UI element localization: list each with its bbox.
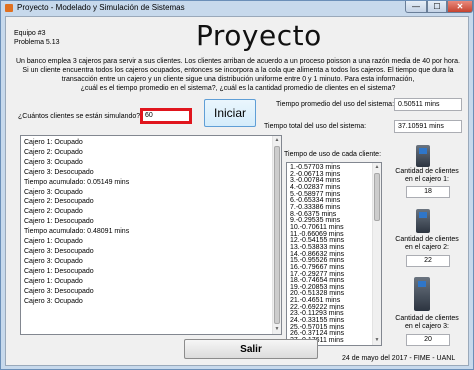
list-item[interactable]: Tiempo acumulado: 0.05149 mins xyxy=(24,178,278,188)
event-log-list[interactable]: Cajero 1: Ocupado Cajero 2: Ocupado Cajero… xyxy=(20,135,282,335)
list-item[interactable]: Cajero 3: Desocupado xyxy=(24,168,278,178)
cashier-2-label: Cantidad de clientes en el cajero 2: xyxy=(388,236,466,252)
list-item[interactable]: Cajero 1: Ocupado xyxy=(24,138,278,148)
event-log-scrollbar[interactable]: ▲ ▼ xyxy=(272,136,281,334)
maximize-button[interactable]: ☐ xyxy=(427,1,447,13)
cashier-label-line: en el cajero 3: xyxy=(405,323,449,330)
client-area: Equipo #3 Problema 5.13 Proyecto Un banc… xyxy=(5,16,469,366)
atm-icon xyxy=(416,209,430,233)
list-item[interactable]: Cajero 3: Desocupado xyxy=(24,247,278,257)
list-item[interactable]: Cajero 1: Desocupado xyxy=(24,267,278,277)
app-icon xyxy=(5,4,13,12)
cashier-2-count[interactable]: 22 xyxy=(406,255,450,267)
cashier-3-label: Cantidad de clientes en el cajero 3: xyxy=(388,315,466,331)
minimize-icon: — xyxy=(412,2,420,11)
scroll-up-icon[interactable]: ▲ xyxy=(273,136,281,145)
list-item[interactable]: Cajero 2: Ocupado xyxy=(24,207,278,217)
total-time-label: Tiempo total del uso del sistema: xyxy=(264,123,367,130)
list-item[interactable]: Cajero 3: Ocupado xyxy=(24,158,278,168)
total-time-field[interactable]: 37.10591 mins xyxy=(394,120,462,133)
cashier-panel-1: Cantidad de clientes en el cajero 1: 18 xyxy=(388,135,466,207)
close-icon: ✕ xyxy=(456,2,464,11)
problem-description: Un banco emplea 3 cajeros para servir a … xyxy=(10,57,466,93)
usage-time-content: 1.-0.57703 mins 2.-0.06713 mins 3.-0.00784… xyxy=(287,163,381,345)
title-bar[interactable]: Proyecto - Modelado y Simulación de Sist… xyxy=(1,1,473,15)
list-item[interactable]: Tiempo acumulado: 0.48091 mins xyxy=(24,227,278,237)
scroll-thumb[interactable] xyxy=(274,146,280,324)
atm-icon xyxy=(414,277,430,311)
start-button[interactable]: Iniciar xyxy=(204,99,256,127)
event-log-content: Cajero 1: Ocupado Cajero 2: Ocupado Cajero… xyxy=(21,136,281,308)
cashier-panel-2: Cantidad de clientes en el cajero 2: 22 xyxy=(388,205,466,277)
cashier-1-label: Cantidad de clientes en el cajero 1: xyxy=(388,168,466,184)
usage-list-scrollbar[interactable]: ▲ ▼ xyxy=(372,163,381,345)
list-item[interactable]: Cajero 3: Ocupado xyxy=(24,257,278,267)
list-item[interactable]: Cajero 1: Ocupado xyxy=(24,237,278,247)
team-info: Equipo #3 Problema 5.13 xyxy=(14,29,60,47)
cashier-panel-3: Cantidad de clientes en el cajero 3: 20 xyxy=(388,275,466,367)
app-window: Proyecto - Modelado y Simulación de Sist… xyxy=(0,0,474,370)
scroll-thumb[interactable] xyxy=(374,173,380,221)
clients-count-input[interactable]: 60 xyxy=(140,108,192,124)
scroll-down-icon[interactable]: ▼ xyxy=(373,336,381,345)
description-line: ¿cuál es el tiempo promedio en el sistem… xyxy=(80,85,396,92)
description-line: transacción entre un cajero y un cliente… xyxy=(61,76,415,83)
usage-list-label: Tiempo de uso de cada cliente: xyxy=(284,151,382,158)
footer-text: 24 de mayo del 2017 - FIME - UANL xyxy=(342,355,456,362)
list-item[interactable]: Cajero 3: Ocupado xyxy=(24,188,278,198)
list-item[interactable]: Cajero 1: Ocupado xyxy=(24,277,278,287)
cashier-3-count[interactable]: 20 xyxy=(406,334,450,346)
list-item[interactable]: Cajero 2: Desocupado xyxy=(24,197,278,207)
page-title: Proyecto xyxy=(196,19,322,52)
atm-icon xyxy=(416,145,430,167)
list-item[interactable]: Cajero 2: Ocupado xyxy=(24,148,278,158)
description-line: Un banco emplea 3 cajeros para servir a … xyxy=(16,58,460,65)
scroll-up-icon[interactable]: ▲ xyxy=(373,163,381,172)
minimize-button[interactable]: — xyxy=(405,1,427,13)
cashier-label-line: en el cajero 2: xyxy=(405,244,449,251)
exit-button[interactable]: Salir xyxy=(184,339,318,359)
list-item[interactable]: Cajero 3: Desocupado xyxy=(24,287,278,297)
cashier-label-line: Cantidad de clientes xyxy=(395,168,459,175)
avg-time-label: Tiempo promedio del uso del sistema: xyxy=(276,101,395,108)
cashier-label-line: Cantidad de clientes xyxy=(395,315,459,322)
avg-time-field[interactable]: 0.50511 mins xyxy=(394,98,462,111)
list-item[interactable]: Cajero 3: Ocupado xyxy=(24,297,278,307)
list-item[interactable]: Cajero 1: Desocupado xyxy=(24,217,278,227)
description-line: Si un cliente encuentra todos los cajero… xyxy=(22,67,454,74)
cashier-label-line: en el cajero 1: xyxy=(405,176,449,183)
cashier-label-line: Cantidad de clientes xyxy=(395,236,459,243)
maximize-icon: ☐ xyxy=(433,2,441,11)
cashier-1-count[interactable]: 18 xyxy=(406,186,450,198)
close-button[interactable]: ✕ xyxy=(447,1,473,13)
window-title: Proyecto - Modelado y Simulación de Sist… xyxy=(17,3,185,12)
usage-time-list[interactable]: 1.-0.57703 mins 2.-0.06713 mins 3.-0.00784… xyxy=(286,162,382,346)
clients-count-label: ¿Cuántos clientes se están simulando? xyxy=(18,113,141,120)
team-label: Equipo #3 xyxy=(14,30,46,37)
scroll-down-icon[interactable]: ▼ xyxy=(273,325,281,334)
problem-label: Problema 5.13 xyxy=(14,39,60,46)
